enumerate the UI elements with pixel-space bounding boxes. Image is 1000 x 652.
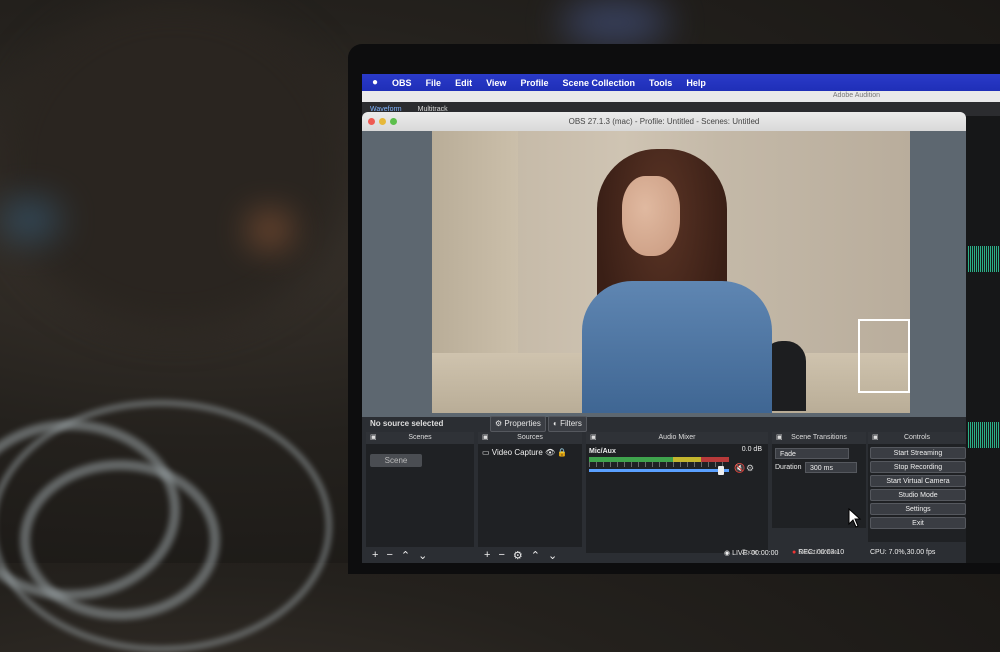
studio-mode-button[interactable]: Studio Mode (870, 489, 966, 501)
menu-scene-collection[interactable]: Scene Collection (555, 78, 642, 88)
gear-icon[interactable]: ⚙ (746, 463, 754, 474)
scenes-title: Scenes (408, 434, 432, 441)
volume-slider[interactable] (589, 469, 729, 472)
zoom-label: Zoom (742, 550, 758, 556)
background-light (250, 215, 290, 245)
stop-recording-button[interactable]: Stop Recording (870, 461, 966, 473)
laptop-screen: ● OBS File Edit View Profile Scene Colle… (362, 74, 1000, 563)
person-shirt (582, 281, 772, 413)
meter-ticks (589, 462, 729, 467)
gear-icon[interactable]: ⚙ (513, 549, 523, 562)
remove-icon[interactable]: − (498, 549, 504, 561)
speaker-muted-icon[interactable]: 🔇 (734, 463, 745, 474)
move-down-icon[interactable]: ⌄ (418, 549, 427, 562)
mac-menubar: ● OBS File Edit View Profile Scene Colle… (362, 74, 1000, 91)
audition-title: Adobe Audition (832, 92, 880, 99)
menu-tools[interactable]: Tools (642, 78, 679, 88)
background-screen-glow (0, 200, 60, 240)
controls-panel: ▣ Controls Start Streaming Stop Recording… (868, 432, 966, 542)
mouse-cursor-icon (848, 508, 862, 528)
sources-panel: ▣ Sources ▭ Video Capture 👁 🔒 + − ⚙ ⌃ ⌄ (478, 432, 582, 563)
dock-icon: ▣ (590, 434, 597, 441)
move-up-icon[interactable]: ⌃ (401, 549, 410, 562)
selection-view-label: Selection/View (799, 550, 839, 556)
transition-select[interactable]: Fade (775, 448, 849, 459)
sources-footer: + − ⚙ ⌃ ⌄ (478, 547, 582, 563)
eye-icon[interactable]: 👁 (545, 448, 555, 457)
dock-icon: ▣ (482, 434, 489, 441)
cpu-status: CPU: 7.0%,30.00 fps (870, 549, 936, 556)
waveform (968, 422, 1000, 448)
selection-box[interactable] (858, 319, 910, 393)
scene-transitions-header: ▣ Scene Transitions (772, 432, 866, 444)
exit-button[interactable]: Exit (870, 517, 966, 529)
controls-header: ▣ Controls (868, 432, 966, 444)
obs-title: OBS 27.1.3 (mac) - Profile: Untitled - S… (568, 117, 760, 126)
audition-waveform-panel (965, 116, 1000, 563)
volume-slider-handle[interactable] (718, 466, 724, 475)
properties-label: Properties (504, 419, 541, 428)
source-item[interactable]: ▭ Video Capture 👁 🔒 (482, 448, 567, 457)
cable (0, 400, 332, 652)
settings-button[interactable]: Settings (870, 503, 966, 515)
menu-view[interactable]: View (479, 78, 513, 88)
person-face (622, 176, 680, 256)
menu-help[interactable]: Help (679, 78, 713, 88)
dock-icon: ▣ (776, 434, 783, 441)
sources-header: ▣ Sources (478, 432, 582, 444)
audition-bottom-bar: Zoom Selection/View (742, 550, 838, 556)
duration-field[interactable]: 300 ms (805, 462, 857, 473)
audio-mixer-header: ▣ Audio Mixer (586, 432, 768, 444)
dock-icon: ▣ (872, 434, 879, 441)
filters-button[interactable]: ◐ Filters (548, 416, 587, 432)
no-source-label: No source selected (370, 419, 444, 428)
preview-area[interactable] (362, 131, 966, 417)
move-down-icon[interactable]: ⌄ (548, 549, 557, 562)
background-blur-left (0, 0, 350, 330)
add-icon[interactable]: + (372, 549, 378, 561)
maximize-button[interactable] (390, 118, 397, 125)
obs-window: OBS 27.1.3 (mac) - Profile: Untitled - S… (362, 112, 966, 563)
remove-icon[interactable]: − (386, 549, 392, 561)
waveform (968, 246, 1000, 272)
audio-mixer-panel: ▣ Audio Mixer 0.0 dB Mic/Aux 🔇 ⚙ (586, 432, 768, 553)
scenes-panel: ▣ Scenes Scene + − ⌃ ⌄ (366, 432, 474, 563)
close-button[interactable] (368, 118, 375, 125)
scenes-footer: + − ⌃ ⌄ (366, 547, 474, 563)
menu-edit[interactable]: Edit (448, 78, 479, 88)
properties-button[interactable]: ⚙ Properties (490, 416, 546, 432)
broadcast-icon: ◉ (724, 550, 731, 557)
obs-titlebar: OBS 27.1.3 (mac) - Profile: Untitled - S… (362, 112, 966, 131)
lock-icon[interactable]: 🔒 (557, 448, 567, 457)
background-light-blue (560, 0, 670, 45)
mixer-channel-name: Mic/Aux (589, 448, 616, 455)
audio-mixer-title: Audio Mixer (658, 434, 696, 441)
scene-item[interactable]: Scene (370, 454, 422, 467)
menu-file[interactable]: File (419, 78, 449, 88)
start-streaming-button[interactable]: Start Streaming (870, 447, 966, 459)
start-virtual-camera-button[interactable]: Start Virtual Camera (870, 475, 966, 487)
scenes-header: ▣ Scenes (366, 432, 474, 444)
menu-obs[interactable]: OBS (385, 78, 419, 88)
sources-title: Sources (517, 434, 543, 441)
filters-label: Filters (560, 419, 582, 428)
source-item-label: Video Capture (491, 448, 543, 457)
mixer-db: 0.0 dB (741, 446, 762, 453)
add-icon[interactable]: + (484, 549, 490, 561)
dock-icon: ▣ (370, 434, 377, 441)
menu-profile[interactable]: Profile (513, 78, 555, 88)
apple-icon[interactable]: ● (362, 77, 385, 88)
video-preview[interactable] (432, 131, 910, 413)
scene-transitions-title: Scene Transitions (791, 434, 847, 441)
duration-label: Duration (775, 464, 802, 471)
move-up-icon[interactable]: ⌃ (531, 549, 540, 562)
controls-title: Controls (903, 434, 931, 441)
minimize-button[interactable] (379, 118, 386, 125)
audition-titlebar: Adobe Audition (362, 91, 1000, 102)
